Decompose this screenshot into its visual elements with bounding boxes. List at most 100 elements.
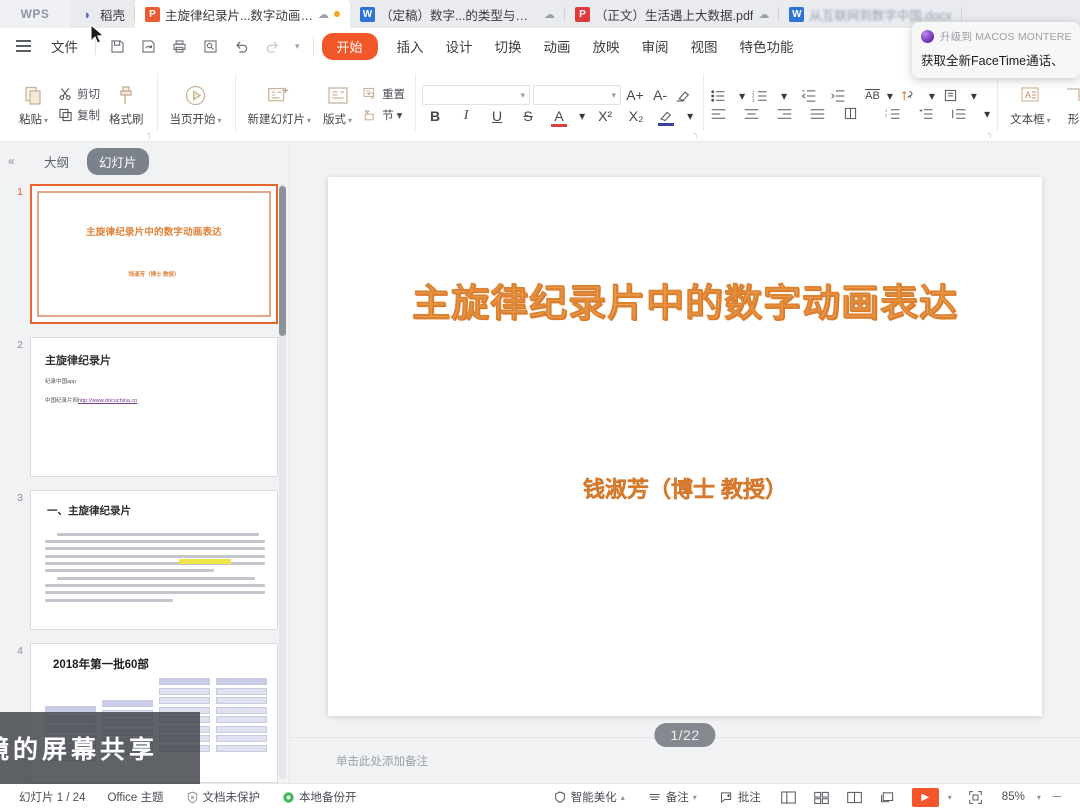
columns-icon[interactable] bbox=[842, 106, 864, 121]
notes-pane[interactable]: 1/22 单击此处添加备注 bbox=[290, 737, 1080, 783]
chevron-down-icon[interactable]: ▾ bbox=[739, 89, 745, 103]
smart-align-icon[interactable] bbox=[951, 107, 973, 121]
presenter-view-button[interactable] bbox=[871, 790, 904, 805]
line-spacing-icon[interactable]: 1 2 bbox=[885, 107, 907, 121]
start-from-current-button[interactable]: 当页开始▾ bbox=[164, 68, 228, 141]
play-slideshow-button[interactable]: ▶ ▾ bbox=[904, 788, 960, 807]
strikethrough-button[interactable]: S bbox=[517, 108, 539, 124]
new-slide-button[interactable]: 新建幻灯片▾ bbox=[242, 68, 318, 141]
ribbon-tab-transition[interactable]: 切换 bbox=[484, 33, 533, 59]
format-painter-button[interactable]: 格式刷 bbox=[103, 68, 150, 141]
bold-button[interactable]: B bbox=[424, 108, 446, 124]
paste-button[interactable]: 粘贴▾ bbox=[13, 68, 54, 141]
local-backup-status[interactable]: 本地备份开 bbox=[271, 789, 368, 805]
shrink-font-button[interactable]: A- bbox=[649, 87, 671, 103]
undo-icon[interactable] bbox=[226, 35, 257, 58]
align-left-icon[interactable] bbox=[710, 107, 732, 121]
comments-button[interactable]: 批注 bbox=[708, 789, 772, 805]
ribbon-tab-design[interactable]: 设计 bbox=[435, 33, 484, 59]
current-slide[interactable]: 主旋律纪录片中的数字动画表达 钱淑芳（博士 教授） bbox=[328, 177, 1042, 716]
slide-author-text[interactable]: 钱淑芳（博士 教授） bbox=[328, 472, 1042, 504]
chevron-down-icon[interactable]: ▾ bbox=[687, 109, 693, 123]
grow-font-button[interactable]: A+ bbox=[624, 87, 646, 103]
layout-button[interactable]: 版式▾ bbox=[317, 68, 358, 141]
zoom-control[interactable]: 85% ▾ ─ bbox=[991, 791, 1072, 803]
chevron-down-icon[interactable]: ▾ bbox=[984, 107, 990, 121]
shape-button[interactable]: 形 bbox=[1057, 68, 1080, 141]
increase-indent-icon[interactable] bbox=[829, 89, 851, 103]
chevron-down-icon[interactable]: ▾ bbox=[579, 109, 585, 123]
normal-view-button[interactable] bbox=[772, 790, 805, 805]
chevron-down-icon[interactable]: ▾ bbox=[971, 89, 977, 103]
ribbon-tab-view[interactable]: 视图 bbox=[680, 33, 729, 59]
wps-logo-badge[interactable]: WPS bbox=[0, 0, 70, 28]
thumbnail-item-3[interactable]: 3 一、主旋律纪录片 bbox=[14, 490, 275, 630]
fit-to-window-button[interactable] bbox=[960, 790, 991, 805]
font-dialog-launcher[interactable]: ┐ bbox=[693, 129, 699, 138]
customize-qat-icon[interactable]: ▾ bbox=[288, 38, 307, 55]
highlight-button[interactable] bbox=[656, 109, 678, 124]
print-preview-icon[interactable] bbox=[195, 35, 226, 58]
ribbon-tab-features[interactable]: 特色功能 bbox=[729, 33, 805, 59]
ribbon-tab-slideshow[interactable]: 放映 bbox=[582, 33, 631, 59]
panel-scrollbar-thumb[interactable] bbox=[279, 186, 286, 336]
thumbnail-list[interactable]: 1 主旋律纪录片中的数字动画表达 钱淑芳（博士 教授） 2 主旋律纪录片 纪录中… bbox=[0, 180, 289, 783]
main-menu-icon[interactable] bbox=[6, 40, 40, 51]
tab-presentation-active[interactable]: P 主旋律纪录片...数字动画表达 ☁ bbox=[135, 0, 350, 28]
ribbon-tab-insert[interactable]: 插入 bbox=[386, 33, 435, 59]
slide-canvas-area[interactable]: 主旋律纪录片中的数字动画表达 钱淑芳（博士 教授） bbox=[290, 142, 1080, 737]
chevron-down-icon[interactable]: ▾ bbox=[948, 793, 952, 802]
notes-placeholder[interactable]: 单击此处添加备注 bbox=[336, 753, 428, 769]
slide-counter[interactable]: 幻灯片 1 / 24 bbox=[8, 789, 96, 805]
notes-toggle-button[interactable]: 备注 ▾ bbox=[636, 789, 708, 805]
italic-button[interactable]: I bbox=[455, 108, 477, 124]
align-right-icon[interactable] bbox=[776, 107, 798, 121]
tab-pdf-document[interactable]: P （正文）生活遇上大数据.pdf ☁ bbox=[565, 0, 779, 28]
bullets-icon[interactable] bbox=[710, 89, 732, 103]
subscript-button[interactable]: X₂ bbox=[625, 108, 647, 124]
textbox-button[interactable]: A 文本框▾ bbox=[1004, 68, 1057, 141]
macos-upgrade-notification[interactable]: 升级到 MACOS MONTEREY 获取全新FaceTime通话、 bbox=[912, 22, 1080, 78]
line-direction-icon[interactable] bbox=[900, 88, 922, 103]
chevron-down-icon[interactable]: ▾ bbox=[887, 89, 893, 103]
numbering-icon[interactable]: 1 2 3 bbox=[752, 89, 774, 103]
thumbnail-preview[interactable]: 一、主旋律纪录片 bbox=[30, 490, 278, 630]
chevron-down-icon[interactable]: ▾ bbox=[1037, 793, 1041, 802]
font-size-input[interactable]: ▾ bbox=[533, 85, 621, 105]
chevron-down-icon[interactable]: ▾ bbox=[929, 89, 935, 103]
collapse-panel-icon[interactable]: « bbox=[8, 154, 26, 168]
paragraph-dialog-launcher[interactable]: ┐ bbox=[987, 129, 993, 138]
section-button[interactable]: 节 ▾ bbox=[358, 106, 408, 124]
reset-button[interactable]: 重置 bbox=[358, 85, 408, 103]
decrease-indent-icon[interactable] bbox=[800, 89, 822, 103]
menu-file[interactable]: 文件 bbox=[40, 33, 89, 59]
panel-tab-outline[interactable]: 大纲 bbox=[32, 148, 81, 175]
save-icon[interactable] bbox=[102, 35, 133, 58]
cut-button[interactable]: 剪切 bbox=[54, 85, 103, 103]
print-icon[interactable] bbox=[164, 35, 195, 58]
align-text-icon[interactable] bbox=[942, 88, 964, 103]
thumbnail-item-2[interactable]: 2 主旋律纪录片 纪录中国app 中国纪录片网http://www.docuch… bbox=[14, 337, 275, 477]
ribbon-tab-animation[interactable]: 动画 bbox=[533, 33, 582, 59]
zoom-out-icon[interactable]: ─ bbox=[1053, 791, 1061, 803]
text-direction-button[interactable]: AB bbox=[865, 90, 880, 102]
clipboard-dialog-launcher[interactable]: ┐ bbox=[147, 129, 153, 138]
reading-view-button[interactable] bbox=[838, 790, 871, 805]
slide-title-text[interactable]: 主旋律纪录片中的数字动画表达 bbox=[328, 272, 1042, 327]
font-color-button[interactable]: A bbox=[548, 108, 570, 124]
thumbnail-item-1[interactable]: 1 主旋律纪录片中的数字动画表达 钱淑芳（博士 教授） bbox=[14, 184, 275, 324]
panel-tab-slides[interactable]: 幻灯片 bbox=[87, 148, 149, 175]
thumbnail-preview[interactable]: 主旋律纪录片 纪录中国app 中国纪录片网http://www.docuchin… bbox=[30, 337, 278, 477]
theme-name[interactable]: Office 主题 bbox=[96, 789, 174, 805]
superscript-button[interactable]: X² bbox=[594, 108, 616, 124]
smart-beautify-button[interactable]: 智能美化 ▴ bbox=[542, 789, 636, 805]
font-name-input[interactable]: ▾ bbox=[422, 85, 530, 105]
slide-sorter-button[interactable] bbox=[805, 790, 838, 805]
clear-format-icon[interactable] bbox=[674, 88, 696, 103]
paragraph-spacing-icon[interactable] bbox=[918, 107, 940, 121]
redo-icon[interactable] bbox=[257, 35, 288, 58]
chevron-down-icon[interactable]: ▾ bbox=[781, 89, 787, 103]
thumbnail-preview[interactable]: 主旋律纪录片中的数字动画表达 钱淑芳（博士 教授） bbox=[30, 184, 278, 324]
justify-icon[interactable] bbox=[809, 107, 831, 121]
copy-button[interactable]: 复制 bbox=[54, 106, 103, 124]
